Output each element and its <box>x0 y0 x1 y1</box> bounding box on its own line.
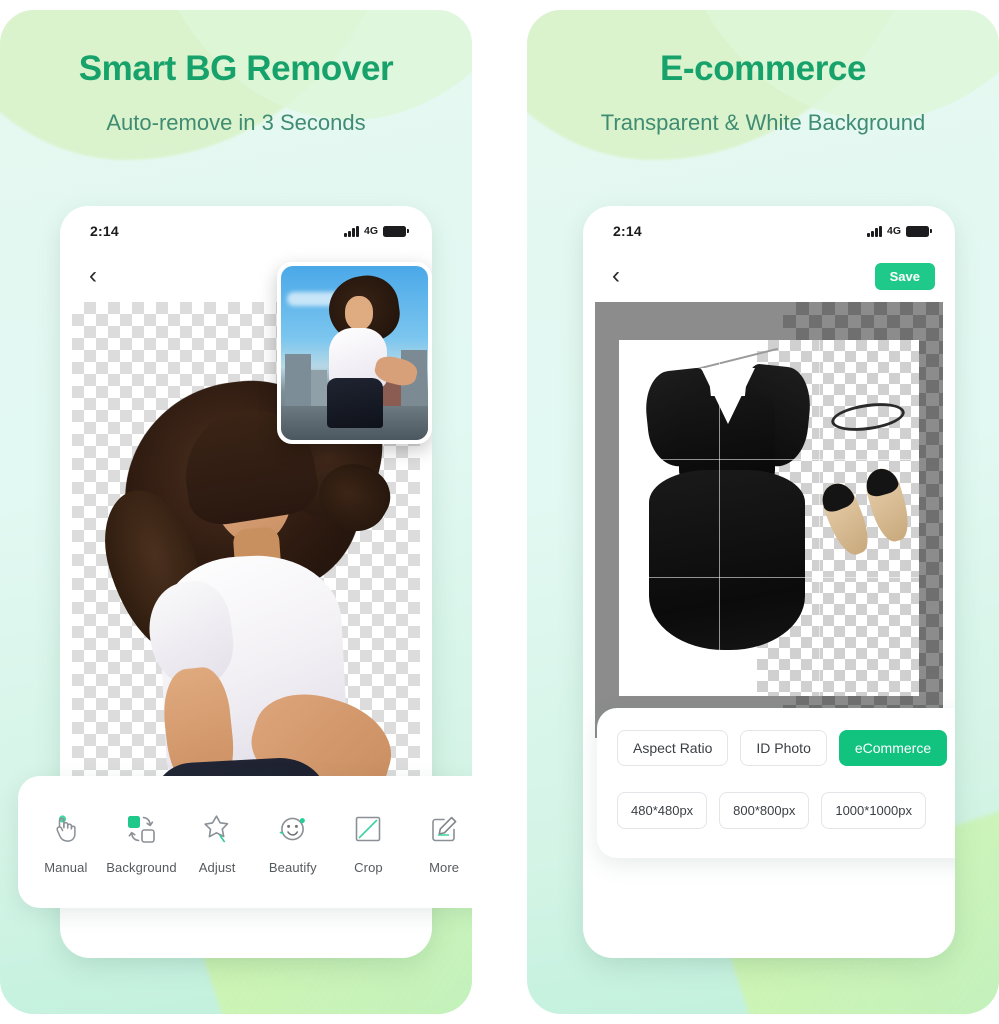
promo-heading-group: Smart BG Remover Auto-remove in 3 Second… <box>0 10 472 136</box>
toolbar-item-label: Background <box>106 860 177 875</box>
signal-bars-icon <box>867 225 882 237</box>
page-title: Smart BG Remover <box>78 49 394 88</box>
crop-guide-line <box>718 340 720 696</box>
toolbar-item-label: Manual <box>44 860 88 875</box>
status-time: 2:14 <box>90 223 119 239</box>
page-subtitle: Transparent & White Background <box>600 109 926 135</box>
crop-guide-line <box>818 340 820 696</box>
hand-pointer-icon <box>46 809 86 849</box>
edit-pencil-icon <box>424 809 464 849</box>
toolbar-item-label: Adjust <box>198 860 236 875</box>
page-title: E-commerce <box>659 49 867 88</box>
editor-canvas[interactable] <box>595 302 943 738</box>
thumbnail-image <box>281 266 428 440</box>
crop-guide-line <box>619 458 919 460</box>
toolbar-item-label: More <box>429 860 460 875</box>
phone-mockup-right: 2:14 4G ‹ Save Aspect Ratio ID Photo eCo… <box>583 206 955 958</box>
chip-size-480[interactable]: 480*480px <box>617 792 708 829</box>
ratio-options-panel: Aspect Ratio ID Photo eCommerce 480*480p… <box>597 708 955 858</box>
screenshot-stage: Smart BG Remover Auto-remove in 3 Second… <box>0 0 999 1024</box>
page-subtitle: Auto-remove in 3 Seconds <box>106 109 366 135</box>
crop-icon <box>348 809 388 849</box>
toolbar-item-crop[interactable]: Crop <box>331 809 405 875</box>
save-button[interactable]: Save <box>874 262 935 290</box>
chip-aspect-ratio[interactable]: Aspect Ratio <box>617 730 729 766</box>
toolbar-item-more[interactable]: More <box>407 809 472 875</box>
status-indicators: 4G <box>344 225 409 237</box>
toolbar-item-label: Crop <box>354 860 383 875</box>
black-dress-product <box>642 347 815 652</box>
toolbar-item-beautify[interactable]: Beautify <box>256 809 330 875</box>
editor-toolbar: Manual Background Adjust Beautify Crop M… <box>18 776 472 908</box>
original-photo-thumbnail[interactable] <box>277 262 432 444</box>
status-time: 2:14 <box>613 223 642 239</box>
status-bar: 2:14 4G <box>60 206 432 250</box>
chip-id-photo[interactable]: ID Photo <box>740 730 827 766</box>
back-chevron-icon[interactable]: ‹ <box>82 264 104 288</box>
toolbar-item-label: Beautify <box>268 860 317 875</box>
toolbar-item-manual[interactable]: Manual <box>29 809 103 875</box>
size-chip-row: 480*480px 800*800px 1000*1000px <box>617 792 955 829</box>
toolbar-item-adjust[interactable]: Adjust <box>180 809 254 875</box>
background-swap-icon <box>121 809 161 849</box>
chip-ecommerce[interactable]: eCommerce <box>838 730 948 766</box>
toolbar-item-background[interactable]: Background <box>104 809 178 875</box>
battery-icon <box>383 225 409 237</box>
network-label: 4G <box>886 225 901 237</box>
magic-star-icon <box>197 809 237 849</box>
chip-size-800[interactable]: 800*800px <box>719 792 810 829</box>
status-bar: 2:14 4G <box>583 206 955 250</box>
smiley-face-icon <box>273 809 313 849</box>
mode-chip-row: Aspect Ratio ID Photo eCommerce <box>617 730 955 766</box>
network-label: 4G <box>363 225 378 237</box>
crop-guide-line <box>619 577 919 579</box>
battery-icon <box>906 225 932 237</box>
back-chevron-icon[interactable]: ‹ <box>605 264 627 288</box>
promo-card-smart-bg-remover: Smart BG Remover Auto-remove in 3 Second… <box>0 10 472 1014</box>
signal-bars-icon <box>344 225 359 237</box>
status-indicators: 4G <box>867 225 932 237</box>
promo-card-e-commerce: E-commerce Transparent & White Backgroun… <box>527 10 999 1014</box>
app-navbar: ‹ Save <box>583 250 955 302</box>
chip-size-1000[interactable]: 1000*1000px <box>821 792 926 829</box>
product-image-frame <box>619 340 919 696</box>
promo-heading-group: E-commerce Transparent & White Backgroun… <box>527 10 999 136</box>
